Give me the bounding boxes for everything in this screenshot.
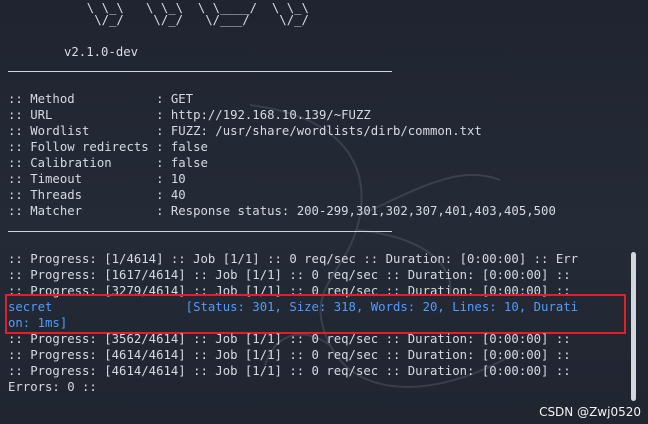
terminal-scrollbar[interactable] [631, 252, 636, 401]
setting-threads: :: Threads : 40 [8, 188, 186, 202]
setting-method: :: Method : GET [8, 92, 194, 106]
setting-wordlist: :: Wordlist : FUZZ: /usr/share/wordlists… [8, 124, 482, 138]
banner-art-line-2: \/_/ \/_/ \/___/ \/_/ [72, 13, 309, 27]
match-result-line-1: secret [Status: 301, Size: 318, Words: 2… [8, 300, 579, 314]
progress-line: :: Progress: [4614/4614] :: Job [1/1] ::… [8, 348, 571, 362]
setting-follow-redirects: :: Follow redirects : false [8, 140, 208, 154]
top-divider [8, 71, 392, 72]
setting-matcher: :: Matcher : Response status: 200-299,30… [8, 204, 556, 218]
setting-timeout: :: Timeout : 10 [8, 172, 186, 186]
match-result-line-2: on: 1ms] [8, 316, 68, 330]
csdn-watermark: CSDN @Zwj0520 [539, 405, 641, 419]
setting-calibration: :: Calibration : false [8, 156, 208, 170]
version-text: v2.1.0-dev [64, 45, 139, 59]
setting-url: :: URL : http://192.168.10.139/~FUZZ [8, 108, 371, 122]
progress-line: :: Progress: [1/4614] :: Job [1/1] :: 0 … [8, 252, 579, 266]
progress-line: :: Progress: [4614/4614] :: Job [1/1] ::… [8, 364, 571, 378]
progress-line: :: Progress: [3562/4614] :: Job [1/1] ::… [8, 332, 571, 346]
progress-line: :: Progress: [1617/4614] :: Job [1/1] ::… [8, 268, 571, 282]
bottom-divider [8, 231, 392, 232]
errors-line: Errors: 0 :: [8, 380, 97, 394]
terminal-window[interactable]: \ \_\ \ \_\ \ \____/ \ \_\ \/_/ \/_/ \/_… [0, 0, 648, 424]
